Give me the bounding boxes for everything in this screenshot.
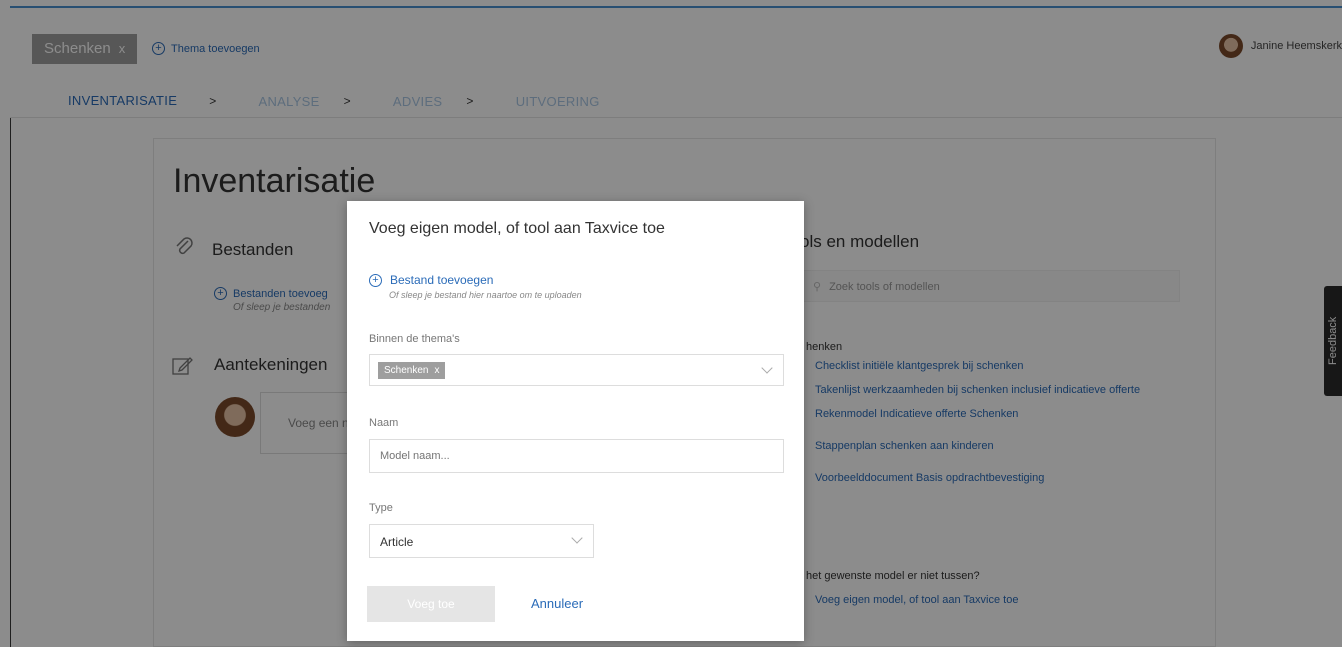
upload-hint: Of sleep je bestand hier naartoe om te u…	[389, 290, 582, 300]
name-label: Naam	[369, 417, 399, 429]
chevron-down-icon	[571, 532, 583, 544]
add-model-dialog: Voeg eigen model, of tool aan Taxvice to…	[347, 201, 804, 641]
submit-button[interactable]: Voeg toe	[367, 586, 495, 622]
cancel-button[interactable]: Annuleer	[531, 596, 583, 611]
type-label: Type	[369, 502, 393, 514]
theme-chip-remove-icon[interactable]: x	[434, 365, 439, 376]
theme-chip-label: Schenken	[384, 365, 429, 376]
dialog-title: Voeg eigen model, of tool aan Taxvice to…	[369, 220, 665, 237]
themes-select[interactable]: Schenken x	[369, 354, 784, 386]
add-file-label: Bestand toevoegen	[390, 273, 494, 287]
type-value: Article	[380, 535, 414, 549]
theme-chip[interactable]: Schenken x	[378, 362, 446, 379]
model-name-input[interactable]	[369, 439, 784, 473]
type-select[interactable]: Article	[369, 524, 594, 558]
chevron-down-icon	[761, 362, 773, 374]
themes-label: Binnen de thema's	[369, 333, 460, 345]
plus-circle-icon: +	[369, 273, 382, 287]
add-file-button[interactable]: + Bestand toevoegen	[369, 273, 493, 287]
